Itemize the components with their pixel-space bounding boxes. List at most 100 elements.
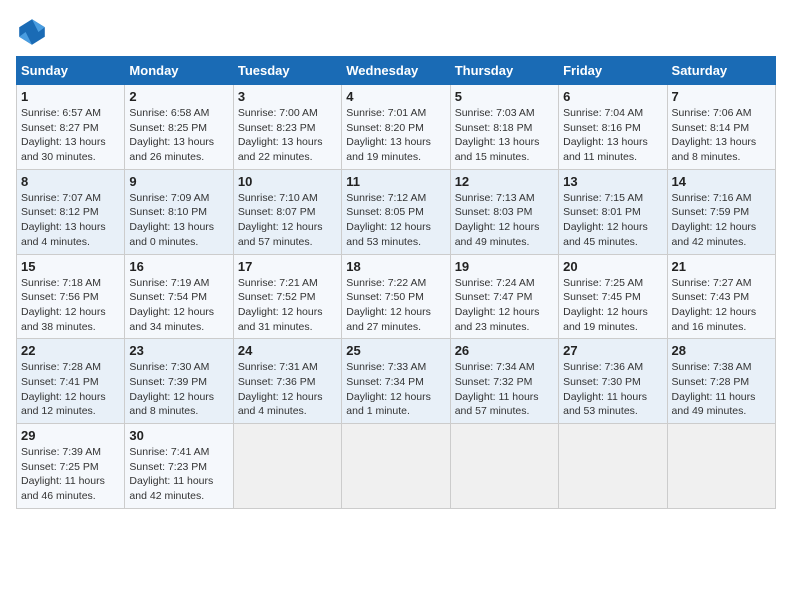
weekday-header-sunday: Sunday — [17, 57, 125, 85]
day-number: 12 — [455, 174, 554, 189]
day-detail: Sunrise: 6:57 AMSunset: 8:27 PMDaylight:… — [21, 106, 120, 165]
day-number: 4 — [346, 89, 445, 104]
day-detail: Sunrise: 7:00 AMSunset: 8:23 PMDaylight:… — [238, 106, 337, 165]
day-detail: Sunrise: 7:18 AMSunset: 7:56 PMDaylight:… — [21, 276, 120, 335]
calendar-cell: 7 Sunrise: 7:06 AMSunset: 8:14 PMDayligh… — [667, 85, 775, 170]
day-number: 26 — [455, 343, 554, 358]
day-number: 1 — [21, 89, 120, 104]
day-number: 23 — [129, 343, 228, 358]
calendar-cell: 29 Sunrise: 7:39 AMSunset: 7:25 PMDaylig… — [17, 424, 125, 509]
calendar-cell: 8 Sunrise: 7:07 AMSunset: 8:12 PMDayligh… — [17, 169, 125, 254]
calendar-cell: 10 Sunrise: 7:10 AMSunset: 8:07 PMDaylig… — [233, 169, 341, 254]
calendar-cell: 25 Sunrise: 7:33 AMSunset: 7:34 PMDaylig… — [342, 339, 450, 424]
calendar-cell — [233, 424, 341, 509]
day-number: 10 — [238, 174, 337, 189]
day-number: 29 — [21, 428, 120, 443]
day-number: 7 — [672, 89, 771, 104]
calendar-cell: 5 Sunrise: 7:03 AMSunset: 8:18 PMDayligh… — [450, 85, 558, 170]
day-detail: Sunrise: 7:34 AMSunset: 7:32 PMDaylight:… — [455, 360, 554, 419]
day-number: 5 — [455, 89, 554, 104]
day-number: 9 — [129, 174, 228, 189]
calendar-cell: 2 Sunrise: 6:58 AMSunset: 8:25 PMDayligh… — [125, 85, 233, 170]
day-detail: Sunrise: 7:04 AMSunset: 8:16 PMDaylight:… — [563, 106, 662, 165]
day-number: 18 — [346, 259, 445, 274]
calendar-cell — [342, 424, 450, 509]
calendar-cell: 18 Sunrise: 7:22 AMSunset: 7:50 PMDaylig… — [342, 254, 450, 339]
day-number: 6 — [563, 89, 662, 104]
day-number: 21 — [672, 259, 771, 274]
calendar-cell: 1 Sunrise: 6:57 AMSunset: 8:27 PMDayligh… — [17, 85, 125, 170]
day-number: 11 — [346, 174, 445, 189]
day-detail: Sunrise: 7:38 AMSunset: 7:28 PMDaylight:… — [672, 360, 771, 419]
day-number: 8 — [21, 174, 120, 189]
logo — [16, 16, 52, 48]
day-number: 2 — [129, 89, 228, 104]
calendar-table: SundayMondayTuesdayWednesdayThursdayFrid… — [16, 56, 776, 509]
day-detail: Sunrise: 7:24 AMSunset: 7:47 PMDaylight:… — [455, 276, 554, 335]
day-number: 19 — [455, 259, 554, 274]
calendar-cell: 15 Sunrise: 7:18 AMSunset: 7:56 PMDaylig… — [17, 254, 125, 339]
calendar-cell — [667, 424, 775, 509]
day-detail: Sunrise: 7:39 AMSunset: 7:25 PMDaylight:… — [21, 445, 120, 504]
calendar-cell: 30 Sunrise: 7:41 AMSunset: 7:23 PMDaylig… — [125, 424, 233, 509]
weekday-header-monday: Monday — [125, 57, 233, 85]
day-detail: Sunrise: 7:41 AMSunset: 7:23 PMDaylight:… — [129, 445, 228, 504]
day-detail: Sunrise: 7:27 AMSunset: 7:43 PMDaylight:… — [672, 276, 771, 335]
day-detail: Sunrise: 7:22 AMSunset: 7:50 PMDaylight:… — [346, 276, 445, 335]
calendar-cell: 13 Sunrise: 7:15 AMSunset: 8:01 PMDaylig… — [559, 169, 667, 254]
day-detail: Sunrise: 7:03 AMSunset: 8:18 PMDaylight:… — [455, 106, 554, 165]
day-number: 20 — [563, 259, 662, 274]
calendar-cell: 3 Sunrise: 7:00 AMSunset: 8:23 PMDayligh… — [233, 85, 341, 170]
day-number: 30 — [129, 428, 228, 443]
day-number: 13 — [563, 174, 662, 189]
calendar-cell: 4 Sunrise: 7:01 AMSunset: 8:20 PMDayligh… — [342, 85, 450, 170]
day-number: 25 — [346, 343, 445, 358]
day-detail: Sunrise: 7:31 AMSunset: 7:36 PMDaylight:… — [238, 360, 337, 419]
calendar-cell: 26 Sunrise: 7:34 AMSunset: 7:32 PMDaylig… — [450, 339, 558, 424]
logo-icon — [16, 16, 48, 48]
day-detail: Sunrise: 7:16 AMSunset: 7:59 PMDaylight:… — [672, 191, 771, 250]
weekday-header-wednesday: Wednesday — [342, 57, 450, 85]
weekday-header-saturday: Saturday — [667, 57, 775, 85]
day-number: 27 — [563, 343, 662, 358]
day-number: 14 — [672, 174, 771, 189]
calendar-cell: 11 Sunrise: 7:12 AMSunset: 8:05 PMDaylig… — [342, 169, 450, 254]
calendar-cell: 6 Sunrise: 7:04 AMSunset: 8:16 PMDayligh… — [559, 85, 667, 170]
calendar-cell: 23 Sunrise: 7:30 AMSunset: 7:39 PMDaylig… — [125, 339, 233, 424]
day-detail: Sunrise: 6:58 AMSunset: 8:25 PMDaylight:… — [129, 106, 228, 165]
day-detail: Sunrise: 7:13 AMSunset: 8:03 PMDaylight:… — [455, 191, 554, 250]
day-detail: Sunrise: 7:09 AMSunset: 8:10 PMDaylight:… — [129, 191, 228, 250]
day-number: 22 — [21, 343, 120, 358]
calendar-cell: 16 Sunrise: 7:19 AMSunset: 7:54 PMDaylig… — [125, 254, 233, 339]
day-number: 28 — [672, 343, 771, 358]
day-number: 16 — [129, 259, 228, 274]
day-detail: Sunrise: 7:15 AMSunset: 8:01 PMDaylight:… — [563, 191, 662, 250]
day-detail: Sunrise: 7:01 AMSunset: 8:20 PMDaylight:… — [346, 106, 445, 165]
calendar-cell: 28 Sunrise: 7:38 AMSunset: 7:28 PMDaylig… — [667, 339, 775, 424]
calendar-cell: 27 Sunrise: 7:36 AMSunset: 7:30 PMDaylig… — [559, 339, 667, 424]
weekday-header-tuesday: Tuesday — [233, 57, 341, 85]
calendar-cell: 12 Sunrise: 7:13 AMSunset: 8:03 PMDaylig… — [450, 169, 558, 254]
calendar-cell: 24 Sunrise: 7:31 AMSunset: 7:36 PMDaylig… — [233, 339, 341, 424]
day-number: 15 — [21, 259, 120, 274]
calendar-cell: 22 Sunrise: 7:28 AMSunset: 7:41 PMDaylig… — [17, 339, 125, 424]
weekday-header-friday: Friday — [559, 57, 667, 85]
calendar-cell — [559, 424, 667, 509]
day-detail: Sunrise: 7:30 AMSunset: 7:39 PMDaylight:… — [129, 360, 228, 419]
calendar-cell — [450, 424, 558, 509]
day-detail: Sunrise: 7:06 AMSunset: 8:14 PMDaylight:… — [672, 106, 771, 165]
page-header — [16, 16, 776, 48]
day-detail: Sunrise: 7:28 AMSunset: 7:41 PMDaylight:… — [21, 360, 120, 419]
calendar-cell: 9 Sunrise: 7:09 AMSunset: 8:10 PMDayligh… — [125, 169, 233, 254]
calendar-cell: 17 Sunrise: 7:21 AMSunset: 7:52 PMDaylig… — [233, 254, 341, 339]
calendar-cell: 14 Sunrise: 7:16 AMSunset: 7:59 PMDaylig… — [667, 169, 775, 254]
day-number: 3 — [238, 89, 337, 104]
day-detail: Sunrise: 7:21 AMSunset: 7:52 PMDaylight:… — [238, 276, 337, 335]
day-detail: Sunrise: 7:19 AMSunset: 7:54 PMDaylight:… — [129, 276, 228, 335]
day-detail: Sunrise: 7:25 AMSunset: 7:45 PMDaylight:… — [563, 276, 662, 335]
weekday-header-thursday: Thursday — [450, 57, 558, 85]
day-number: 17 — [238, 259, 337, 274]
calendar-cell: 19 Sunrise: 7:24 AMSunset: 7:47 PMDaylig… — [450, 254, 558, 339]
day-number: 24 — [238, 343, 337, 358]
day-detail: Sunrise: 7:33 AMSunset: 7:34 PMDaylight:… — [346, 360, 445, 419]
